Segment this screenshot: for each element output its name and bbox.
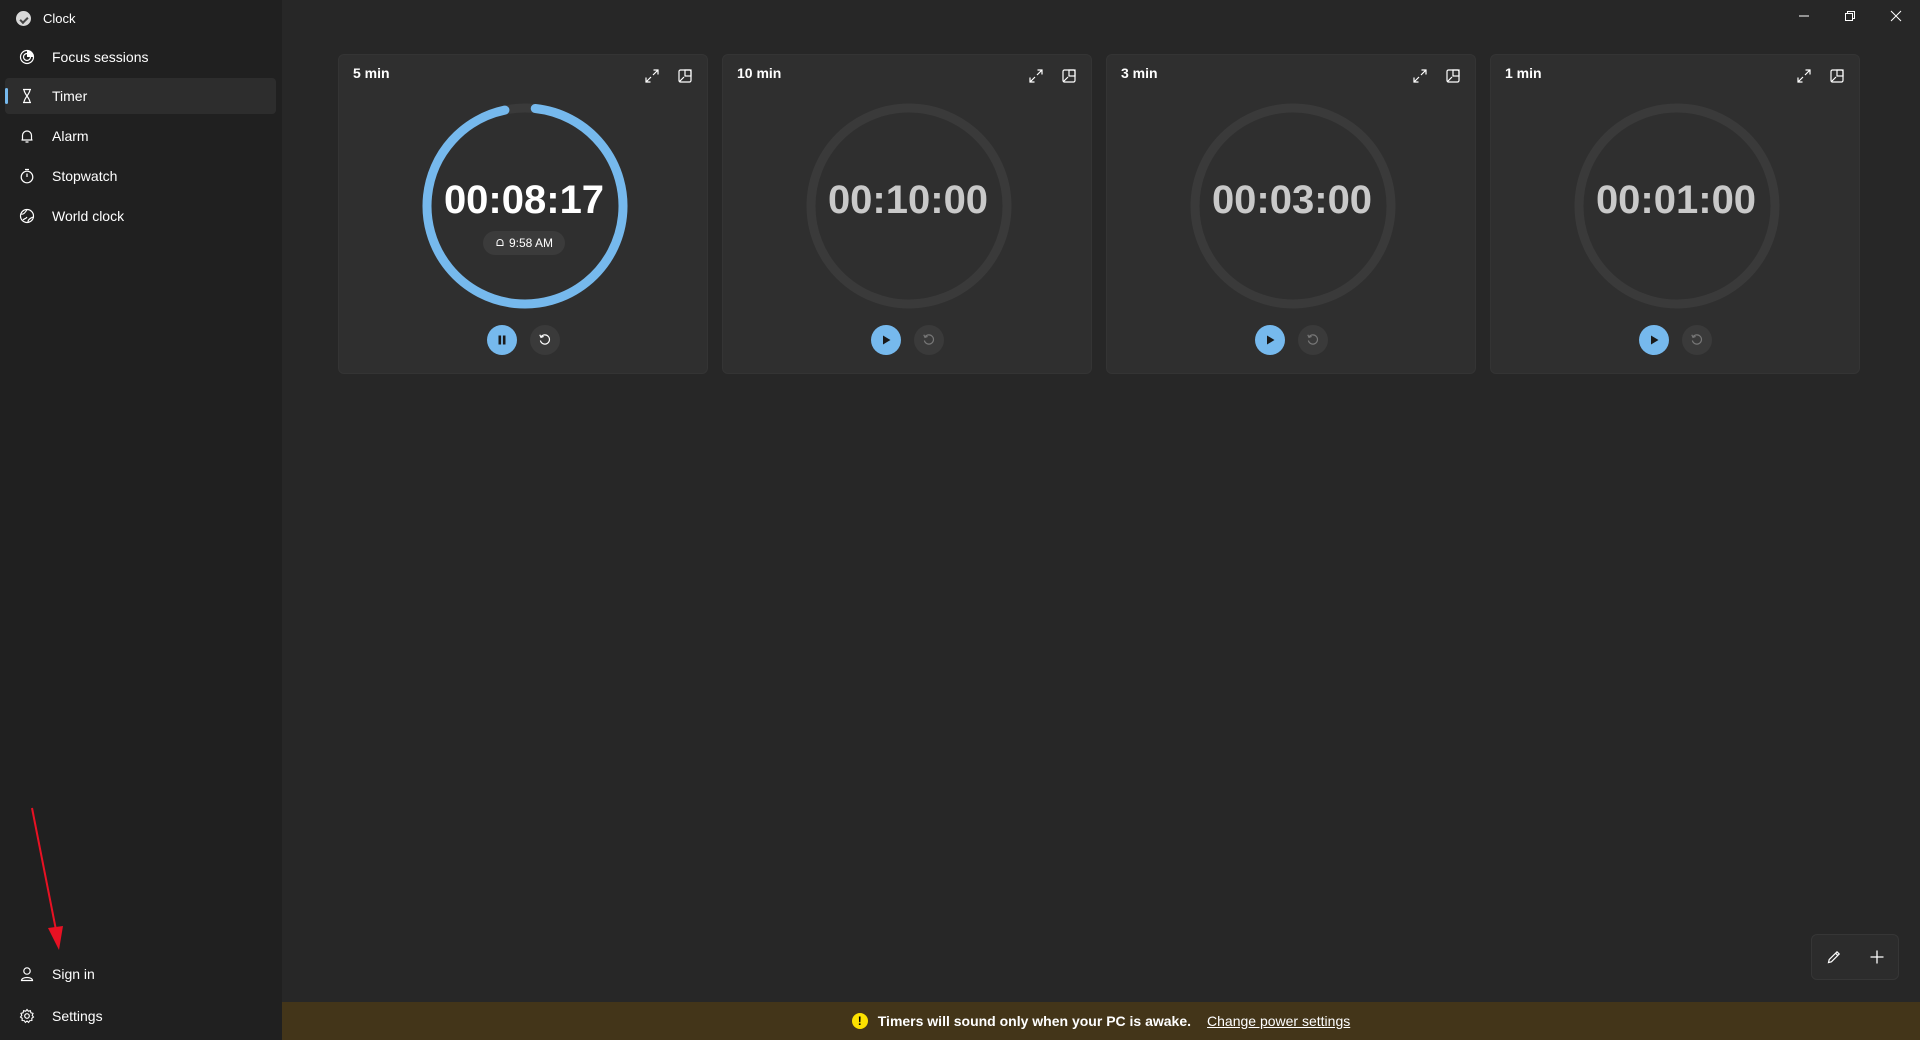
pause-icon [498,335,506,345]
restore-button[interactable] [1827,0,1873,32]
timer-card[interactable]: 1 min 00:01:00 [1490,54,1860,374]
reset-button[interactable] [530,325,560,355]
nav-item-alarm[interactable]: Alarm [5,118,276,154]
close-button[interactable] [1873,0,1919,32]
plus-icon [1870,950,1883,964]
nav-label: Stopwatch [52,168,118,184]
expand-icon [1029,69,1043,83]
minimize-button[interactable] [1781,0,1827,32]
reset-icon [923,334,935,345]
play-icon [1267,335,1275,345]
person-icon [15,962,39,986]
change-power-settings-link[interactable]: Change power settings [1207,1013,1350,1029]
timer-display: 00:01:00 [1595,178,1757,222]
nav-item-focus-sessions[interactable]: Focus sessions [5,39,276,75]
bell-icon [15,124,39,148]
timer-card[interactable]: 10 min 00:10:00 [722,54,1092,374]
nav-item-stopwatch[interactable]: Stopwatch [5,158,276,194]
hourglass-icon [15,84,39,108]
reset-icon [1691,334,1703,345]
nav-item-sign-in[interactable]: Sign in [5,956,276,992]
keep-on-top-button[interactable] [1822,61,1852,91]
reset-button[interactable] [1682,325,1712,355]
play-button[interactable] [1639,325,1669,355]
keep-on-top-icon [1446,69,1460,83]
stopwatch-icon [15,164,39,188]
timer-actions-bar [1811,934,1899,980]
timer-name: 3 min [1121,65,1158,81]
clock-app-icon [16,10,31,26]
timer-display: 00:10:00 [827,178,989,222]
keep-on-top-button[interactable] [1438,61,1468,91]
nav-label: Sign in [52,966,95,982]
expand-button[interactable] [1789,61,1819,91]
expand-icon [1413,69,1427,83]
timer-end-badge: 9:58 AM [483,231,565,255]
keep-on-top-icon [1830,69,1844,83]
keep-on-top-icon [1062,69,1076,83]
timer-name: 1 min [1505,65,1542,81]
edit-timers-button[interactable] [1816,939,1852,975]
nav-item-timer[interactable]: Timer [5,78,276,114]
notice-message: Timers will sound only when your PC is a… [877,1013,1192,1029]
navigation-sidebar: Clock Focus sessions Timer Alarm Stopwat… [0,0,282,1040]
minimize-icon [1799,15,1809,17]
expand-button[interactable] [637,61,667,91]
play-icon [883,335,891,345]
add-timer-button[interactable] [1859,939,1895,975]
restore-icon [1845,11,1855,21]
expand-icon [645,69,659,83]
timer-end-time: 9:58 AM [508,236,554,250]
nav-item-settings[interactable]: Settings [5,998,276,1034]
play-button[interactable] [1255,325,1285,355]
nav-label: World clock [52,208,125,224]
focus-icon [15,45,39,69]
timer-name: 10 min [737,65,782,81]
play-button[interactable] [871,325,901,355]
nav-item-world-clock[interactable]: World clock [5,198,276,234]
gear-icon [15,1004,39,1028]
globe-icon [15,204,39,228]
play-icon [1651,335,1659,345]
expand-button[interactable] [1021,61,1051,91]
nav-label: Timer [52,88,88,104]
nav-label: Focus sessions [52,49,149,65]
nav-label: Alarm [52,128,89,144]
reset-button[interactable] [1298,325,1328,355]
keep-on-top-button[interactable] [670,61,700,91]
nav-label: Settings [52,1008,103,1024]
app-title: Clock [43,10,76,26]
bell-icon [496,239,504,246]
expand-icon [1797,69,1811,83]
annotation-arrow [31,807,63,950]
keep-on-top-button[interactable] [1054,61,1084,91]
close-icon [1890,10,1902,22]
timer-card[interactable]: 5 min 00:08:17 9:58 AM [338,54,708,374]
reset-button[interactable] [914,325,944,355]
warning-icon: ! [851,1013,868,1029]
keep-on-top-icon [678,69,692,83]
pause-button[interactable] [487,325,517,355]
expand-button[interactable] [1405,61,1435,91]
timer-display: 00:08:17 [443,178,605,222]
timer-display: 00:03:00 [1211,178,1373,222]
timer-name: 5 min [353,65,390,81]
power-notice-bar: ! Timers will sound only when your PC is… [282,1002,1920,1040]
reset-icon [1307,334,1319,345]
pencil-icon [1827,950,1840,964]
reset-icon [539,334,551,345]
app-title-bar: Clock [16,8,76,28]
timer-card[interactable]: 3 min 00:03:00 [1106,54,1476,374]
